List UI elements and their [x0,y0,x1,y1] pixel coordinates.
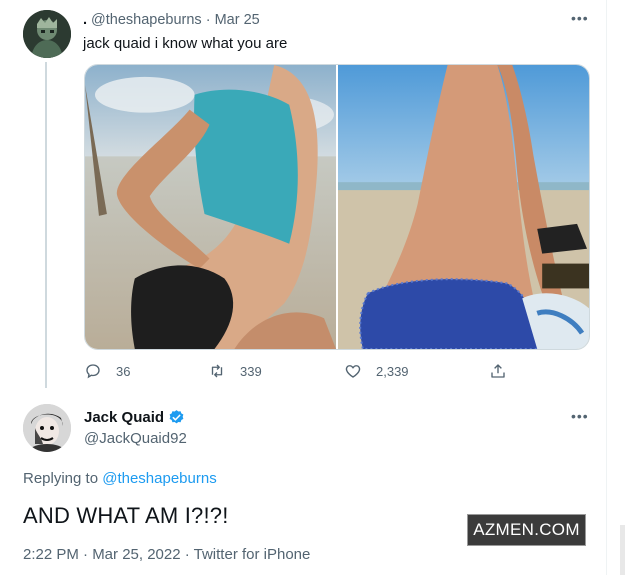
media-photo-1[interactable] [85,65,336,349]
share-button[interactable] [489,362,507,380]
reply-count: 36 [116,363,131,379]
author-name-row: Jack Quaid [84,409,185,426]
avatar-image [23,404,71,452]
photo-beach-shirtless-blue-shorts [338,65,589,349]
retweet-icon [211,364,223,378]
retweet-count: 339 [240,363,262,379]
watermark-badge: AZMEN.COM [467,514,586,546]
tweet-timestamp-meta[interactable]: 2:22 PM · Mar 25, 2022 · Twitter for iPh… [23,546,310,563]
header-separator: · [205,12,211,28]
reply-icon [86,364,100,379]
replying-to-line: Replying to @theshapeburns [23,470,217,487]
author-handle[interactable]: @JackQuaid92 [84,430,187,447]
tweet-media-grid [84,64,590,350]
edge-strip [620,525,625,575]
quoted-display-name[interactable]: . [83,12,87,28]
avatar-theshapeburns[interactable] [23,10,71,58]
media-photo-2[interactable] [338,65,589,349]
replying-to-link[interactable]: @theshapeburns [102,470,216,487]
main-tweet-text: AND WHAT AM I?!?! [23,503,229,528]
avatar-jackquaid[interactable] [23,404,71,452]
replying-prefix: Replying to [23,470,103,487]
author-display-name[interactable]: Jack Quaid [84,409,164,426]
more-horizontal-icon[interactable]: ••• [571,408,589,424]
retweet-button[interactable]: 339 [208,362,262,380]
avatar-image [23,10,71,58]
like-button[interactable]: 2,339 [344,362,409,380]
share-icon [491,364,505,378]
quoted-tweet-actions: 36 339 2,339 [84,362,514,384]
like-count: 2,339 [376,363,409,379]
verified-badge-icon [169,410,184,424]
quoted-date[interactable]: Mar 25 [215,12,260,28]
photo-beach-man-teal-shirt [85,65,336,349]
quoted-handle[interactable]: @theshapeburns [91,12,202,28]
heart-icon [345,365,361,378]
quoted-tweet-header: . @theshapeburns · Mar 25 [83,12,260,28]
reply-button[interactable]: 36 [84,362,130,380]
quoted-tweet-text: jack quaid i know what you are [83,35,288,52]
more-horizontal-icon[interactable]: ••• [571,10,589,26]
thread-connector-line [45,62,47,388]
